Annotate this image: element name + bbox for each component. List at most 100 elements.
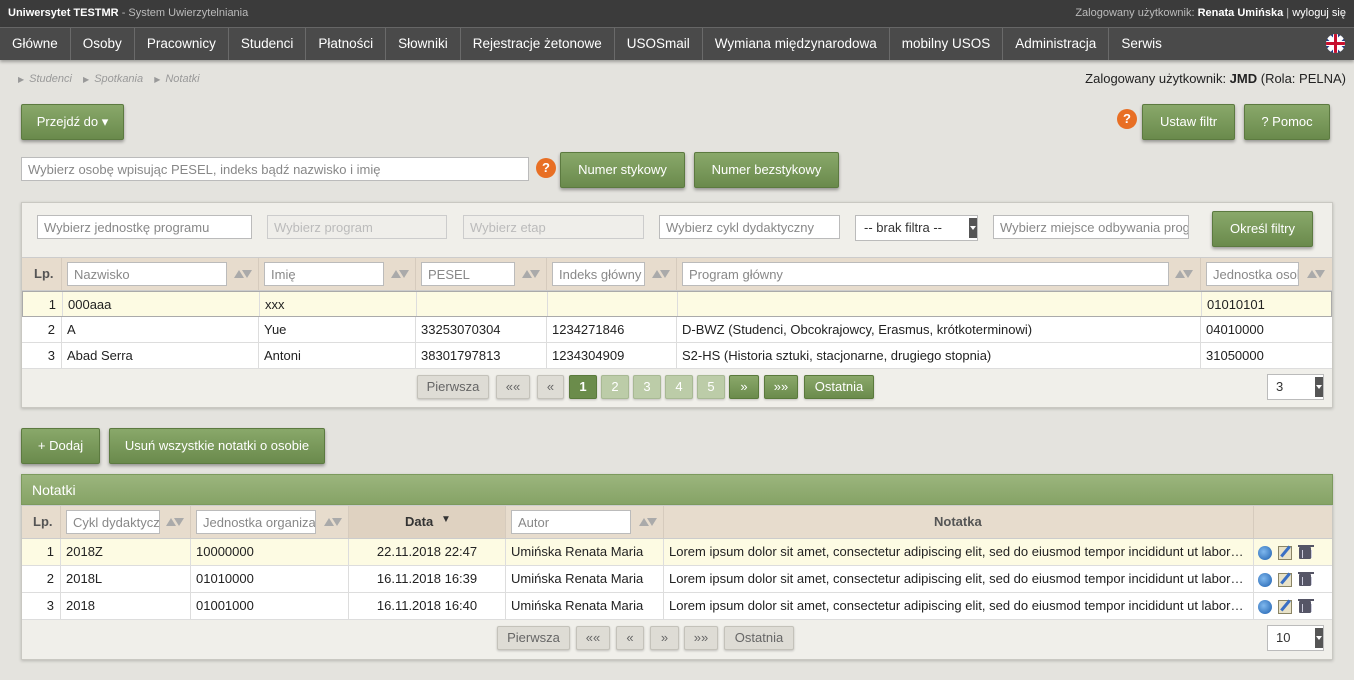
breadcrumb-item-spotkania[interactable]: Spotkania [94,73,143,85]
program-unit-filter[interactable]: Wybierz jednostkę programu [37,215,252,239]
sort-icon[interactable] [1174,267,1194,281]
place-filter[interactable]: Wybierz miejsce odbywania prog [993,215,1189,239]
sort-icon[interactable] [323,515,343,529]
pager-next[interactable]: » [650,626,679,650]
menu-item-osoby[interactable]: Osoby [71,28,135,60]
pager-prev[interactable]: « [537,375,564,399]
view-icon[interactable] [1258,600,1272,614]
menu-item-wymiana[interactable]: Wymiana międzynarodowa [703,28,890,60]
autor-filter[interactable]: Autor [511,510,631,534]
menu-item-administracja[interactable]: Administracja [1003,28,1110,60]
pager-last[interactable]: Ostatnia [804,375,874,399]
breadcrumb-item-notatki: Notatki [165,73,200,85]
row-jednostka: 10000000 [191,539,349,565]
menu-item-platnosci[interactable]: Płatności [306,28,387,60]
sort-icon[interactable] [233,267,253,281]
edit-icon[interactable] [1278,546,1292,560]
sort-icon[interactable] [1306,267,1326,281]
table-row[interactable]: 3 Abad Serra Antoni 38301797813 12343049… [22,343,1332,369]
delete-icon[interactable] [1298,545,1314,559]
pager-last[interactable]: Ostatnia [724,626,794,650]
set-filter-button[interactable]: Ustaw filtr [1142,104,1235,140]
delete-icon[interactable] [1298,572,1314,586]
menu-item-rejestracje[interactable]: Rejestracje żetonowe [461,28,615,60]
delete-icon[interactable] [1298,599,1314,613]
login-label: Zalogowany użytkownik: [1085,71,1230,86]
pager-first[interactable]: Pierwsza [417,375,489,399]
table-row[interactable]: 2 2018L 01010000 16.11.2018 16:39 Umińsk… [22,566,1332,593]
jednostka-org-filter[interactable]: Jednostka organizacyjna [196,510,316,534]
row-nazwisko: Abad Serra [62,343,259,368]
view-icon[interactable] [1258,546,1272,560]
pager-next-arrows[interactable]: »» [684,626,718,650]
help-icon[interactable]: ? [1117,109,1137,129]
define-filters-button[interactable]: Określ filtry [1212,211,1313,247]
status-select-value: -- brak filtra -- [864,220,942,235]
menu-item-slowniki[interactable]: Słowniki [386,28,461,60]
edit-icon[interactable] [1278,573,1292,587]
pager-first-arrows[interactable]: «« [576,626,610,650]
pager-next-arrows[interactable]: »» [764,375,798,399]
imie-filter[interactable]: Imię [264,262,384,286]
separator: | [1283,7,1293,19]
goto-button[interactable]: Przejdź do ▾ [21,104,124,140]
row-jednostka: 01010000 [191,566,349,592]
menu-item-usosmail[interactable]: USOSmail [615,28,703,60]
per-page-select[interactable]: 3 [1267,374,1324,400]
row-notatka: Lorem ipsum dolor sit amet, consectetur … [664,566,1254,592]
menu-item-mobilny[interactable]: mobilny USOS [890,28,1004,60]
notes-table-header: Lp. Cykl dydaktyczny Jednostka organizac… [22,505,1332,539]
english-flag-icon[interactable] [1326,34,1345,53]
help-button[interactable]: ? Pomoc [1244,104,1330,140]
pesel-filter[interactable]: PESEL [421,262,515,286]
col-data[interactable]: Data ▼ [349,506,506,538]
per-page-select[interactable]: 10 [1267,625,1324,651]
row-imie: Yue [259,317,416,342]
table-row[interactable]: 3 2018 01001000 16.11.2018 16:40 Umińska… [22,593,1332,620]
logout-link[interactable]: wyloguj się [1292,7,1346,19]
stick-number-button[interactable]: Numer stykowy [560,152,685,188]
jednostka-filter[interactable]: Jednostka osoby [1206,262,1299,286]
col-jednostka-org: Jednostka organizacyjna [191,506,349,538]
program-glowny-filter[interactable]: Program główny [682,262,1169,286]
sort-icon[interactable] [390,267,410,281]
chevron-right-icon: ▶ [154,75,161,84]
nazwisko-filter[interactable]: Nazwisko [67,262,227,286]
remove-all-notes-button[interactable]: Usuń wszystkie notatki o osobie [109,428,325,464]
sort-icon[interactable] [638,515,658,529]
col-notatka: Notatka [664,506,1254,538]
sort-icon[interactable] [165,515,185,529]
pager-first[interactable]: Pierwsza [497,626,570,650]
pager-page-2[interactable]: 2 [601,375,629,399]
table-row[interactable]: 1 000aaa xxx 01010101 [22,291,1332,317]
pager-next[interactable]: » [729,375,759,399]
sort-icon[interactable] [651,267,671,281]
sort-desc-icon[interactable]: ▼ [441,514,451,525]
sort-icon[interactable] [521,267,541,281]
menu-item-studenci[interactable]: Studenci [229,28,307,60]
cycle-filter[interactable]: Wybierz cykl dydaktyczny [659,215,840,239]
indeks-filter[interactable]: Indeks główny [552,262,645,286]
menu-item-glowne[interactable]: Główne [0,28,71,60]
nonstick-number-button[interactable]: Numer bezstykowy [694,152,839,188]
breadcrumb-item-studenci[interactable]: Studenci [29,73,72,85]
view-icon[interactable] [1258,573,1272,587]
table-row[interactable]: 1 2018Z 10000000 22.11.2018 22:47 Umińsk… [22,539,1332,566]
status-select[interactable]: -- brak filtra -- [855,215,978,241]
lp-header: Lp. [22,506,61,538]
row-data: 16.11.2018 16:40 [349,593,506,619]
pager-first-arrows[interactable]: «« [496,375,530,399]
pager-page-1[interactable]: 1 [569,375,597,399]
help-icon[interactable]: ? [536,158,556,178]
pager-prev[interactable]: « [616,626,644,650]
pager-page-5[interactable]: 5 [697,375,725,399]
edit-icon[interactable] [1278,600,1292,614]
menu-item-serwis[interactable]: Serwis [1109,28,1174,60]
pager-page-4[interactable]: 4 [665,375,693,399]
person-search-input[interactable]: Wybierz osobę wpisując PESEL, indeks bąd… [21,157,529,181]
add-note-button[interactable]: + Dodaj [21,428,100,464]
menu-item-pracownicy[interactable]: Pracownicy [135,28,229,60]
table-row[interactable]: 2 A Yue 33253070304 1234271846 D-BWZ (St… [22,317,1332,343]
cykl-filter[interactable]: Cykl dydaktyczny [66,510,160,534]
pager-page-3[interactable]: 3 [633,375,661,399]
